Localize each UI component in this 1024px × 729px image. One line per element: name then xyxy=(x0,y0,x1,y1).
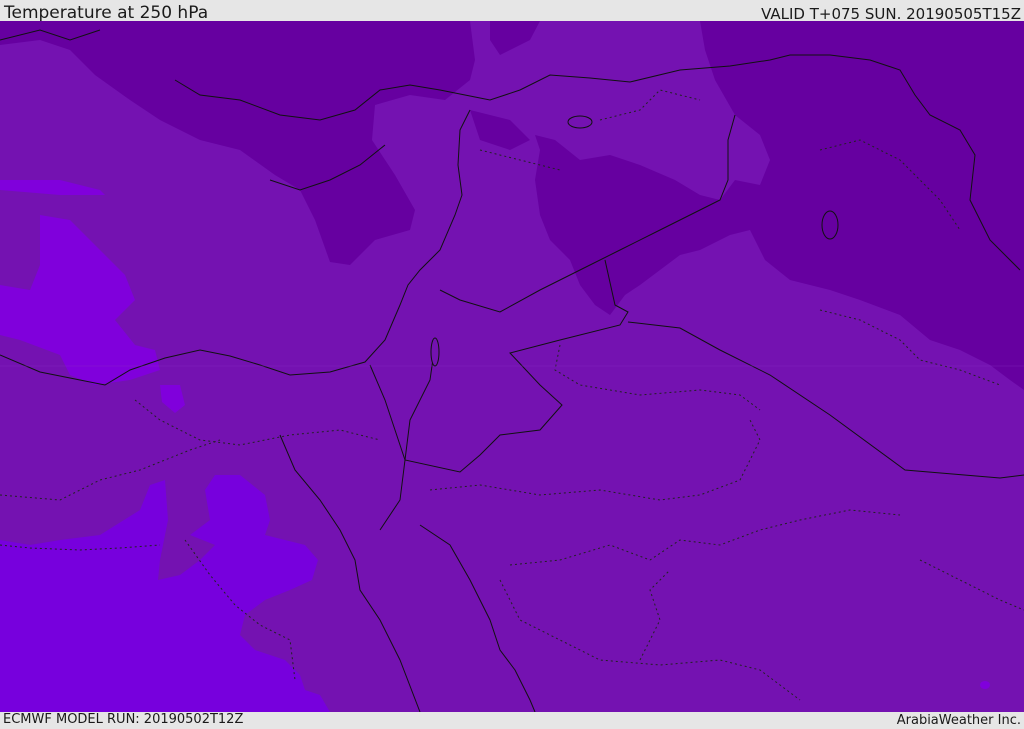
warm-spot-east xyxy=(980,681,990,689)
lake-van xyxy=(567,115,593,129)
map-canvas xyxy=(0,21,1024,712)
map-header: Temperature at 250 hPa VALID T+075 SUN. … xyxy=(0,0,1024,23)
lake-urmia xyxy=(821,210,839,240)
map-title: Temperature at 250 hPa xyxy=(4,3,209,23)
temperature-map xyxy=(0,21,1024,712)
credit-label: ArabiaWeather Inc. xyxy=(896,713,1021,728)
model-run-label: ECMWF MODEL RUN: 20190502T12Z xyxy=(3,712,244,727)
map-footer: ECMWF MODEL RUN: 20190502T12Z ArabiaWeat… xyxy=(0,712,1024,729)
dead-sea xyxy=(430,337,440,367)
